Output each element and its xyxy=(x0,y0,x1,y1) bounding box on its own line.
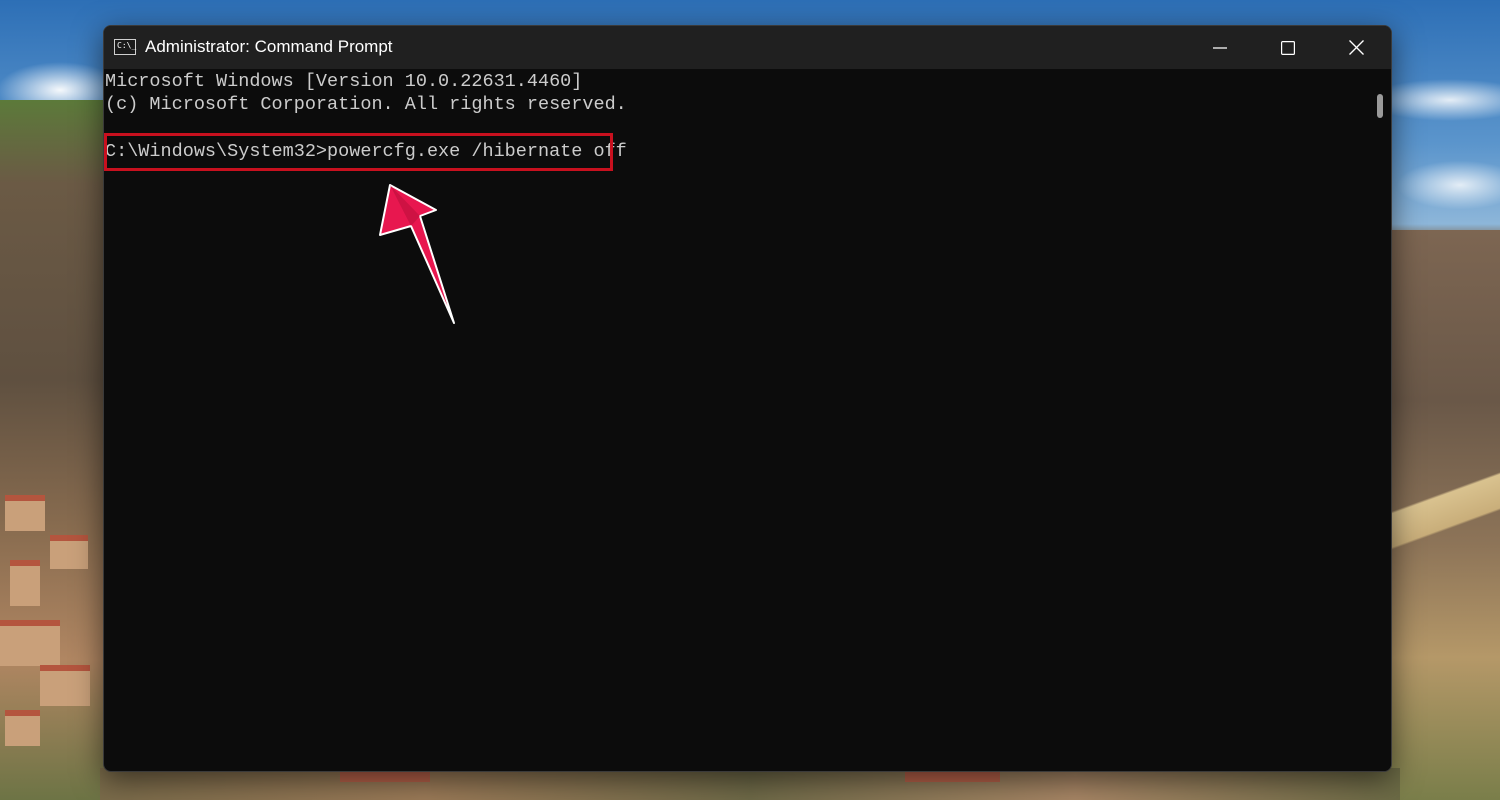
console-scrollbar[interactable] xyxy=(1369,69,1391,771)
maximize-button[interactable] xyxy=(1254,26,1322,69)
arrow-annotation-icon xyxy=(379,184,455,324)
console-line-version: Microsoft Windows [Version 10.0.22631.44… xyxy=(105,71,583,92)
wallpaper-house xyxy=(5,710,40,746)
wallpaper-village-strip xyxy=(100,768,1400,800)
wallpaper-house xyxy=(5,495,45,531)
wallpaper-house xyxy=(10,560,40,606)
console-output[interactable]: Microsoft Windows [Version 10.0.22631.44… xyxy=(104,69,1369,769)
wallpaper-house xyxy=(40,665,90,706)
cmd-app-icon: C:\_ xyxy=(114,39,136,55)
window-title: Administrator: Command Prompt xyxy=(145,37,393,56)
cmd-app-icon-glyph: C:\_ xyxy=(117,41,137,50)
command-prompt-window[interactable]: C:\_ Administrator: Command Prompt Micro… xyxy=(103,25,1392,772)
wallpaper-house xyxy=(50,535,88,569)
wallpaper-fortress-wall xyxy=(1390,440,1500,640)
close-icon xyxy=(1348,40,1364,55)
console-line-copyright: (c) Microsoft Corporation. All rights re… xyxy=(105,94,627,115)
minimize-button[interactable] xyxy=(1186,26,1254,69)
maximize-icon xyxy=(1281,40,1295,55)
scrollbar-thumb[interactable] xyxy=(1377,94,1383,118)
wallpaper-house xyxy=(0,620,60,666)
minimize-icon xyxy=(1213,46,1227,49)
command-highlight-box xyxy=(104,133,613,171)
close-button[interactable] xyxy=(1322,26,1390,69)
title-bar[interactable]: C:\_ Administrator: Command Prompt xyxy=(104,26,1391,69)
